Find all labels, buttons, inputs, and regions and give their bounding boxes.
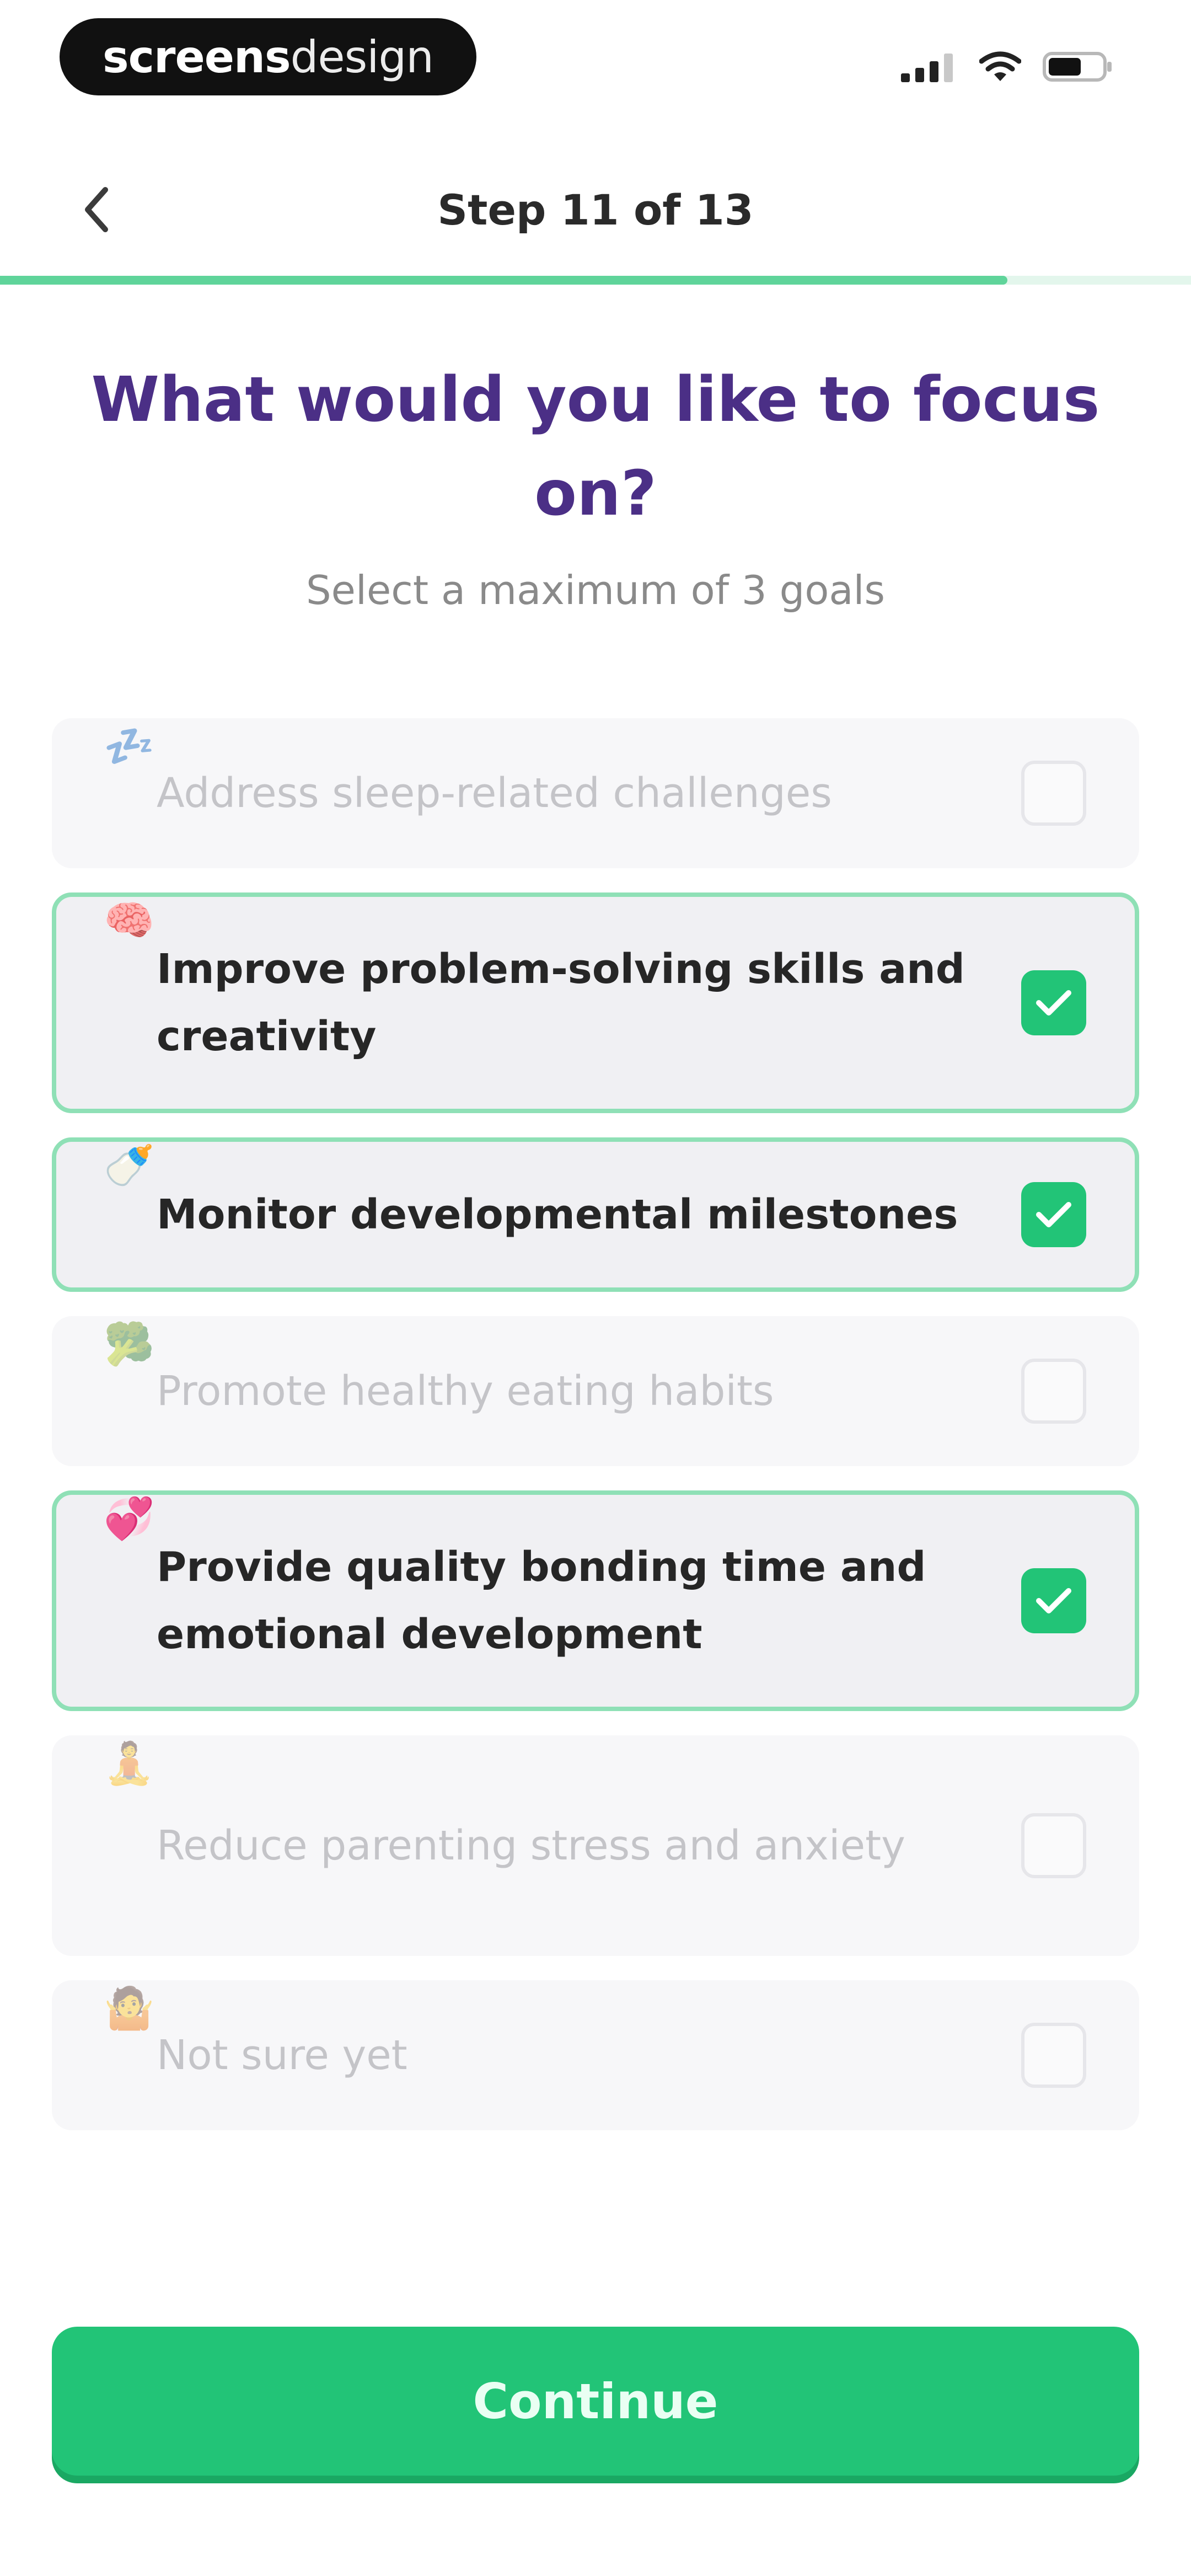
- broccoli-emoji-icon: 🥦: [104, 1321, 155, 1368]
- status-bar: screens design: [0, 0, 1191, 121]
- check-icon: [1036, 1202, 1071, 1227]
- meditation-emoji-icon: 🧘: [104, 1740, 155, 1787]
- hearts-emoji-icon: 💞: [104, 1495, 155, 1542]
- goal-option-milestones[interactable]: 🍼 Monitor developmental milestones: [52, 1137, 1139, 1292]
- goal-checkbox[interactable]: [1021, 1813, 1086, 1878]
- status-icons: [901, 47, 1114, 86]
- progress-bar: [0, 276, 1191, 285]
- back-button[interactable]: [66, 177, 127, 243]
- check-icon: [1036, 990, 1071, 1016]
- step-indicator: Step 11 of 13: [437, 185, 754, 234]
- goal-option-eating[interactable]: 🥦 Promote healthy eating habits: [52, 1316, 1139, 1466]
- chevron-left-icon: [85, 187, 108, 232]
- shrug-emoji-icon: 🤷: [104, 1985, 155, 2032]
- goal-option-bonding[interactable]: 💞 Provide quality bonding time and emoti…: [52, 1490, 1139, 1711]
- goal-option-not-sure[interactable]: 🤷 Not sure yet: [52, 1980, 1139, 2130]
- goal-checkbox[interactable]: [1021, 2023, 1086, 2088]
- brand-badge: screens design: [60, 18, 476, 95]
- goal-option-label: Improve problem-solving skills and creat…: [157, 945, 965, 1060]
- goal-option-label: Not sure yet: [157, 2032, 407, 2079]
- brand-bold-text: screens: [103, 31, 291, 83]
- goal-options-list: 💤 Address sleep-related challenges 🧠 Imp…: [52, 718, 1139, 2155]
- check-icon: [1036, 1588, 1071, 1613]
- goal-checkbox[interactable]: [1021, 1568, 1086, 1633]
- continue-button[interactable]: Continue: [52, 2327, 1139, 2476]
- goal-option-label: Provide quality bonding time and emotion…: [157, 1543, 926, 1658]
- goal-option-sleep[interactable]: 💤 Address sleep-related challenges: [52, 718, 1139, 868]
- goal-option-label: Reduce parenting stress and anxiety: [157, 1822, 905, 1869]
- question-subtitle: Select a maximum of 3 goals: [305, 567, 886, 613]
- goal-option-stress[interactable]: 🧘 Reduce parenting stress and anxiety: [52, 1735, 1139, 1956]
- goal-option-label: Promote healthy eating habits: [157, 1367, 774, 1415]
- question-title: What would you like to focus on?: [91, 364, 1100, 530]
- sleep-emoji-icon: 💤: [104, 723, 155, 770]
- header: Step 11 of 13: [0, 154, 1191, 265]
- goal-checkbox[interactable]: [1021, 970, 1086, 1035]
- goal-checkbox[interactable]: [1021, 1182, 1086, 1247]
- goal-checkbox[interactable]: [1021, 1359, 1086, 1424]
- brand-light-text: design: [290, 31, 434, 83]
- wifi-icon: [979, 50, 1021, 83]
- bottle-emoji-icon: 🍼: [104, 1142, 155, 1189]
- goal-option-label: Monitor developmental milestones: [157, 1191, 958, 1238]
- goal-checkbox[interactable]: [1021, 761, 1086, 826]
- goal-option-label: Address sleep-related challenges: [157, 769, 832, 817]
- brain-emoji-icon: 🧠: [104, 897, 155, 944]
- battery-icon: [1042, 50, 1114, 83]
- signal-icon: [901, 51, 958, 82]
- goal-option-problem-solving[interactable]: 🧠 Improve problem-solving skills and cre…: [52, 892, 1139, 1113]
- progress-bar-fill: [0, 276, 1008, 285]
